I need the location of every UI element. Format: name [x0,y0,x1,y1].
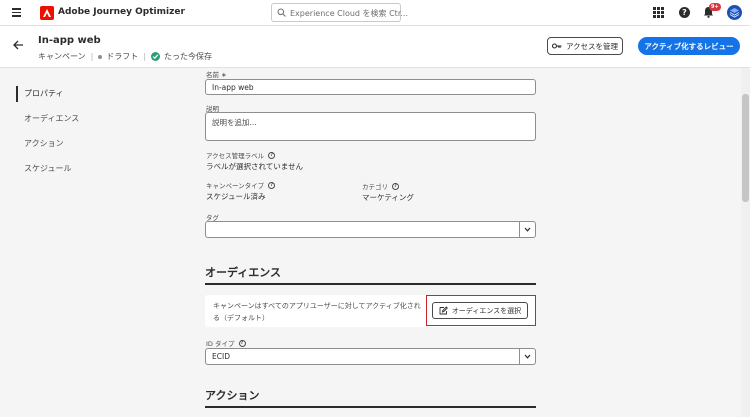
access-label-heading: アクセス管理ラベル? [206,150,276,160]
menu-icon[interactable] [12,8,21,17]
search-input[interactable]: Experience Cloud を検索 Ctr... [271,3,408,22]
info-icon[interactable]: ? [268,151,276,159]
status-dot-icon [98,54,103,59]
info-icon[interactable]: ? [238,339,246,347]
category-label: カテゴリ? [362,181,399,191]
review-to-activate-button[interactable]: アクティブ化するレビュー [638,37,740,55]
campaign-type: キャンペーン [38,52,86,61]
description-placeholder: 説明を追加... [212,118,257,127]
campaign-type-label: キャンペーンタイプ? [206,180,276,190]
action-section-title: アクション [205,389,260,402]
id-type-dropdown-button[interactable] [519,349,535,364]
audience-description: キャンペーンはすべてのアプリユーザーに対してアクティブ化される（デフォルト） [213,302,421,322]
name-label: 名前 ∗ [206,71,227,79]
manage-access-button[interactable]: アクセスを管理 [547,37,623,55]
manage-access-label: アクセスを管理 [565,41,619,51]
scrollbar-thumb[interactable] [742,94,749,202]
section-nav: プロパティ オーディエンス アクション スケジュール [16,86,116,186]
page-header: In-app web キャンペーン | ドラフト | たった今保存 アクセスを管… [0,26,750,68]
campaign-type-value: スケジュール済み [206,192,266,201]
help-icon[interactable]: ? [679,7,690,18]
section-divider [205,406,536,408]
select-audience-button[interactable]: オーディエンスを選択 [432,302,528,319]
notification-badge: 9+ [709,3,721,11]
status-badge: ドラフト [106,52,139,61]
page-title: In-app web [38,35,101,46]
back-arrow-icon[interactable] [13,40,24,50]
divider: | [143,52,147,61]
nav-item-properties[interactable]: プロパティ [16,86,116,111]
adobe-logo-icon[interactable] [40,6,54,20]
checkmark-icon [151,52,161,61]
divider: | [90,52,94,61]
id-type-value: ECID [212,352,230,361]
select-audience-label: オーディエンスを選択 [451,306,522,315]
audience-section-title: オーディエンス [205,266,282,279]
app-switcher-icon[interactable] [653,7,664,18]
description-field[interactable]: 説明を追加... [205,112,536,141]
save-status: たった今保存 [164,52,213,61]
access-label-value: ラベルが選択されていません [206,162,304,171]
search-placeholder: Experience Cloud を検索 Ctr... [290,9,408,18]
campaign-meta: キャンペーン | ドラフト | たった今保存 [38,51,212,62]
chevron-down-icon [524,354,531,359]
info-icon[interactable]: ? [268,181,276,189]
key-icon [551,43,562,49]
app-name: Adobe Journey Optimizer [58,7,185,17]
name-value: In-app web [212,83,254,92]
nav-item-audience[interactable]: オーディエンス [16,111,116,136]
tag-combobox[interactable] [205,221,536,238]
nav-item-schedule[interactable]: スケジュール [16,161,116,186]
top-bar: Adobe Journey Optimizer Experience Cloud… [0,0,750,26]
avatar[interactable] [727,5,742,20]
chevron-down-icon [524,227,531,232]
nav-item-action[interactable]: アクション [16,136,116,161]
id-type-label: ID タイプ? [206,338,246,348]
info-icon[interactable]: ? [392,182,399,190]
id-type-select[interactable]: ECID [205,348,536,365]
search-icon [277,8,286,17]
tag-dropdown-button[interactable] [519,222,535,237]
name-field[interactable]: In-app web [205,79,536,95]
category-value: マーケティング [362,193,414,202]
section-divider [205,283,536,285]
edit-icon [439,306,448,315]
